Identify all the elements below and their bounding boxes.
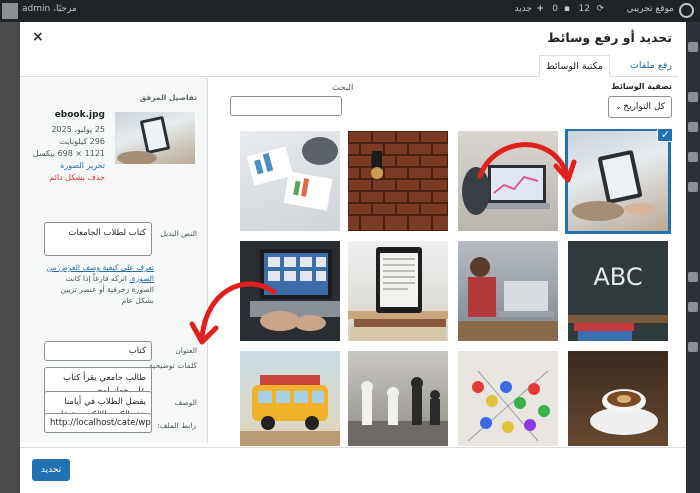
- site-name-link[interactable]: موقع تجريبي: [627, 4, 674, 14]
- search-label: البحث: [332, 83, 354, 93]
- media-item-students-laptop[interactable]: [458, 241, 558, 341]
- media-item-laptop-typing[interactable]: [240, 241, 340, 341]
- filter-label: تصفية الوسائط: [611, 82, 672, 91]
- search-input[interactable]: [230, 96, 342, 116]
- new-content-link[interactable]: جديد: [514, 4, 532, 14]
- attachment-preview: [115, 112, 195, 165]
- menu-icon[interactable]: [688, 182, 698, 192]
- media-item-toy-bus[interactable]: [240, 351, 340, 446]
- toy-bus-photo: [240, 375, 340, 446]
- new-plus-icon[interactable]: +: [536, 4, 544, 14]
- attachment-date: 25 يوليو، 2025: [51, 125, 105, 134]
- menu-icon[interactable]: [688, 122, 698, 132]
- modal-footer: تحديد: [20, 447, 686, 493]
- comment-icon[interactable]: ▪: [564, 4, 570, 14]
- attachment-details-panel: تفاصيل المرفق ebook.jpg 25 يوليو، 2025 2…: [20, 78, 208, 443]
- updates-count[interactable]: 0: [552, 4, 558, 14]
- media-item-chalkboard[interactable]: ABC: [568, 241, 668, 341]
- chess-photo: [348, 377, 448, 446]
- brick-wall-photo: [335, 130, 457, 232]
- refresh-icon[interactable]: ⟳: [596, 4, 604, 14]
- students-laptop-photo: [458, 257, 558, 341]
- media-item-board-game[interactable]: [458, 351, 558, 446]
- menu-icon[interactable]: [688, 302, 698, 312]
- laptop-typing-photo: [250, 249, 340, 331]
- edit-image-link[interactable]: تحرير الصورة: [60, 161, 105, 170]
- tablet-photo: [117, 116, 170, 165]
- alt-text-label: النص البديل: [160, 229, 197, 238]
- attachment-details-title: تفاصيل المرفق: [139, 93, 197, 102]
- greeting[interactable]: مرحبًا، admin: [22, 4, 77, 14]
- media-modal: تحديد أو رفع وسائط × رفع ملفات مكتبة الو…: [20, 22, 686, 493]
- chevron-down-icon: ⌄: [615, 102, 622, 111]
- title-field[interactable]: كتاب: [44, 341, 152, 361]
- attachment-dimensions: 1121 × 698 بيكسل: [32, 149, 105, 158]
- coffee-photo: [590, 389, 658, 435]
- media-item-laptop-charts[interactable]: [458, 131, 558, 231]
- description-label: الوصف: [174, 398, 197, 407]
- alt-text-help: تعرف على كيفية وصف الغرض من الصورة. اترك…: [44, 262, 154, 306]
- menu-icon[interactable]: [688, 342, 698, 352]
- menu-icon[interactable]: [688, 42, 698, 52]
- media-item-ereader-books[interactable]: [348, 241, 448, 341]
- alt-text-field[interactable]: كتاب لطلاب الجامعات: [44, 222, 152, 256]
- papers-charts-photo: [246, 137, 338, 211]
- avatar[interactable]: [2, 3, 18, 19]
- tab-upload-files[interactable]: رفع ملفات: [624, 55, 678, 77]
- wordpress-logo-icon[interactable]: [679, 3, 694, 18]
- media-item-tablet[interactable]: ✓: [565, 129, 672, 234]
- modal-header: تحديد أو رفع وسائط ×: [20, 22, 686, 52]
- caption-label: كلمات توضيحية: [149, 361, 197, 370]
- media-grid: ✓ ABC: [240, 129, 672, 446]
- tablet-photo: [572, 150, 656, 221]
- file-url-field[interactable]: http://localhost/cate/wp-: [44, 413, 152, 433]
- modal-title: تحديد أو رفع وسائط: [547, 30, 672, 45]
- tab-media-library[interactable]: مكتبة الوسائط: [538, 55, 610, 77]
- close-icon[interactable]: ×: [32, 29, 44, 45]
- menu-icon[interactable]: [688, 272, 698, 282]
- board-game-photo: [467, 370, 550, 442]
- delete-permanently-link[interactable]: حذف بشكل دائم: [49, 173, 105, 182]
- svg-text:ABC: ABC: [593, 263, 642, 291]
- title-label: العنوان: [175, 346, 197, 355]
- date-filter-value: كل التواريخ: [623, 102, 665, 112]
- file-url-label: رابط الملف:: [157, 421, 196, 430]
- menu-icon[interactable]: [688, 92, 698, 102]
- admin-bar: موقع تجريبي ⟳ 12 ▪ 0 + جديد مرحبًا، admi…: [0, 0, 700, 22]
- chalkboard-photo: ABC: [568, 241, 668, 341]
- page-background-strip: [0, 22, 20, 493]
- date-filter-select[interactable]: كل التواريخ ⌄: [608, 96, 672, 118]
- attachment-size: 296 كيلوبايت: [59, 137, 105, 146]
- attachment-filename: ebook.jpg: [54, 110, 105, 120]
- media-item-coffee[interactable]: [568, 351, 668, 446]
- modal-tabs: رفع ملفات مكتبة الوسائط: [20, 55, 678, 77]
- admin-side-menu: [686, 22, 700, 493]
- media-item-brick-wall[interactable]: [335, 130, 457, 232]
- ereader-books-photo: [348, 247, 448, 341]
- selected-checkmark-icon[interactable]: ✓: [657, 129, 672, 142]
- media-item-papers-charts[interactable]: [240, 131, 340, 231]
- select-button[interactable]: تحديد: [32, 459, 70, 481]
- comments-count[interactable]: 12: [579, 4, 590, 14]
- menu-icon[interactable]: [688, 152, 698, 162]
- laptop-charts-photo: [462, 165, 550, 215]
- media-item-chess[interactable]: [348, 351, 448, 446]
